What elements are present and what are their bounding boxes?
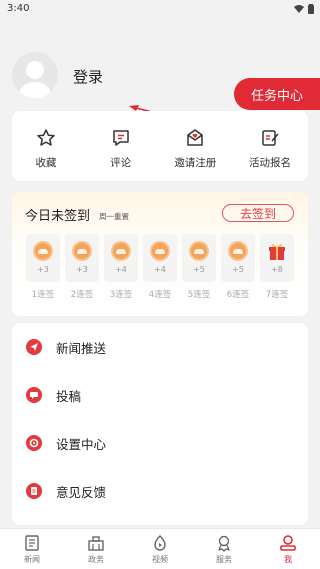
task-center-label: 任务中心	[250, 88, 303, 104]
news-icon	[25, 535, 39, 551]
message-icon	[26, 387, 42, 403]
quick-action-label: 活动报名	[248, 157, 291, 169]
go-sign-in-label: 去签到	[239, 206, 276, 221]
menu-item-settings[interactable]: 设置中心	[12, 419, 308, 467]
quick-action-favorites[interactable]: 收藏	[22, 127, 70, 181]
coin-icon	[150, 241, 170, 261]
quick-action-signup[interactable]: 活动报名	[246, 127, 294, 181]
sign-in-day-box: +4	[104, 234, 138, 282]
star-icon	[35, 127, 57, 149]
bottom-tab-bar: 新闻 政务 视频 服务 我	[0, 528, 320, 569]
menu-list: 新闻推送 投稿 设置中心 意见反馈	[12, 323, 308, 525]
quick-actions: 收藏 评论 邀请注册 活动报名	[12, 111, 308, 181]
system-icons	[294, 4, 314, 14]
sign-in-days: +3 1连签 +3 2连签 +4 3连签 +4 4连签 +5 5连签 +5 6连…	[26, 234, 294, 300]
feedback-icon	[26, 483, 42, 499]
tab-video[interactable]: 视频	[128, 529, 192, 569]
quick-action-comments[interactable]: 评论	[97, 127, 145, 181]
profile-icon	[280, 535, 296, 551]
sign-in-day-box: +4	[143, 234, 177, 282]
coin-icon	[72, 241, 92, 261]
service-icon	[218, 535, 230, 552]
government-icon	[88, 536, 104, 551]
sign-in-day: +3 2连签	[65, 234, 99, 300]
gift-icon	[269, 244, 285, 260]
sign-in-points: +8	[271, 265, 283, 274]
sign-in-day-label: 2连签	[70, 290, 94, 300]
menu-item-submit[interactable]: 投稿	[12, 371, 308, 419]
sign-in-day-box: +8	[260, 234, 294, 282]
sign-in-day-label: 5连签	[187, 290, 211, 300]
sign-in-day-label: 1连签	[31, 290, 55, 300]
login-link[interactable]: 登录	[73, 66, 103, 87]
sign-in-points: +5	[232, 265, 244, 274]
sign-in-points: +3	[37, 265, 49, 274]
menu-item-news-push[interactable]: 新闻推送	[12, 323, 308, 371]
quick-action-label: 收藏	[35, 157, 57, 169]
sign-in-day-box: +3	[26, 234, 60, 282]
coin-icon	[228, 241, 248, 261]
sign-in-day-label: 6连签	[226, 290, 250, 300]
tab-label: 视频	[152, 555, 168, 564]
sign-in-points: +3	[76, 265, 88, 274]
go-sign-in-button[interactable]: 去签到	[222, 204, 294, 222]
sign-in-day: +5 5连签	[182, 234, 216, 300]
battery-icon	[308, 4, 314, 14]
tab-government[interactable]: 政务	[64, 529, 128, 569]
coin-icon	[189, 241, 209, 261]
tab-label: 新闻	[24, 555, 40, 564]
signup-icon	[259, 127, 281, 149]
sign-in-subtitle: 周一重置	[99, 212, 129, 221]
menu-item-label: 新闻推送	[56, 340, 107, 356]
send-icon	[26, 339, 42, 355]
quick-action-label: 邀请注册	[174, 157, 217, 169]
sign-in-card: 今日未签到 周一重置 去签到 +3 1连签 +3 2连签 +4 3连签 +4 4…	[12, 192, 308, 316]
status-bar: 3:40	[0, 0, 320, 20]
sign-in-day-label: 4连签	[148, 290, 172, 300]
profile-header: 登录 任务中心	[0, 20, 320, 123]
menu-item-label: 意见反馈	[56, 484, 107, 500]
sign-in-day-label: 7连签	[265, 290, 289, 300]
sign-in-points: +4	[115, 265, 127, 274]
tab-service[interactable]: 服务	[192, 529, 256, 569]
quick-action-label: 评论	[110, 157, 132, 169]
tab-me[interactable]: 我	[256, 529, 320, 569]
sign-in-day: +4 3连签	[104, 234, 138, 300]
menu-item-label: 设置中心	[56, 436, 107, 452]
sign-in-points: +4	[154, 265, 166, 274]
tab-label: 服务	[216, 555, 232, 564]
status-time: 3:40	[7, 3, 30, 14]
tab-label: 政务	[88, 555, 104, 564]
sign-in-day-label: 3连签	[109, 290, 133, 300]
sign-in-day: +8 7连签	[260, 234, 294, 300]
sign-in-points: +5	[193, 265, 205, 274]
sign-in-title: 今日未签到	[25, 209, 91, 224]
comment-icon	[110, 127, 132, 149]
avatar[interactable]	[12, 52, 58, 98]
menu-item-feedback[interactable]: 意见反馈	[12, 467, 308, 515]
settings-icon	[26, 435, 42, 451]
task-center-button[interactable]: 任务中心	[234, 78, 320, 110]
coin-icon	[111, 241, 131, 261]
menu-item-label: 投稿	[56, 388, 82, 404]
quick-action-invite[interactable]: 邀请注册	[171, 127, 219, 181]
wifi-icon	[294, 5, 304, 13]
default-avatar-icon	[18, 61, 52, 98]
coin-icon	[33, 241, 53, 261]
tab-news[interactable]: 新闻	[0, 529, 64, 569]
video-icon	[154, 535, 166, 551]
sign-in-day-box: +5	[182, 234, 216, 282]
sign-in-day: +4 4连签	[143, 234, 177, 300]
sign-in-day: +3 1连签	[26, 234, 60, 300]
tab-label: 我	[284, 555, 292, 564]
sign-in-day: +5 6连签	[221, 234, 255, 300]
sign-in-day-box: +5	[221, 234, 255, 282]
sign-in-day-box: +3	[65, 234, 99, 282]
invite-icon	[184, 127, 206, 149]
